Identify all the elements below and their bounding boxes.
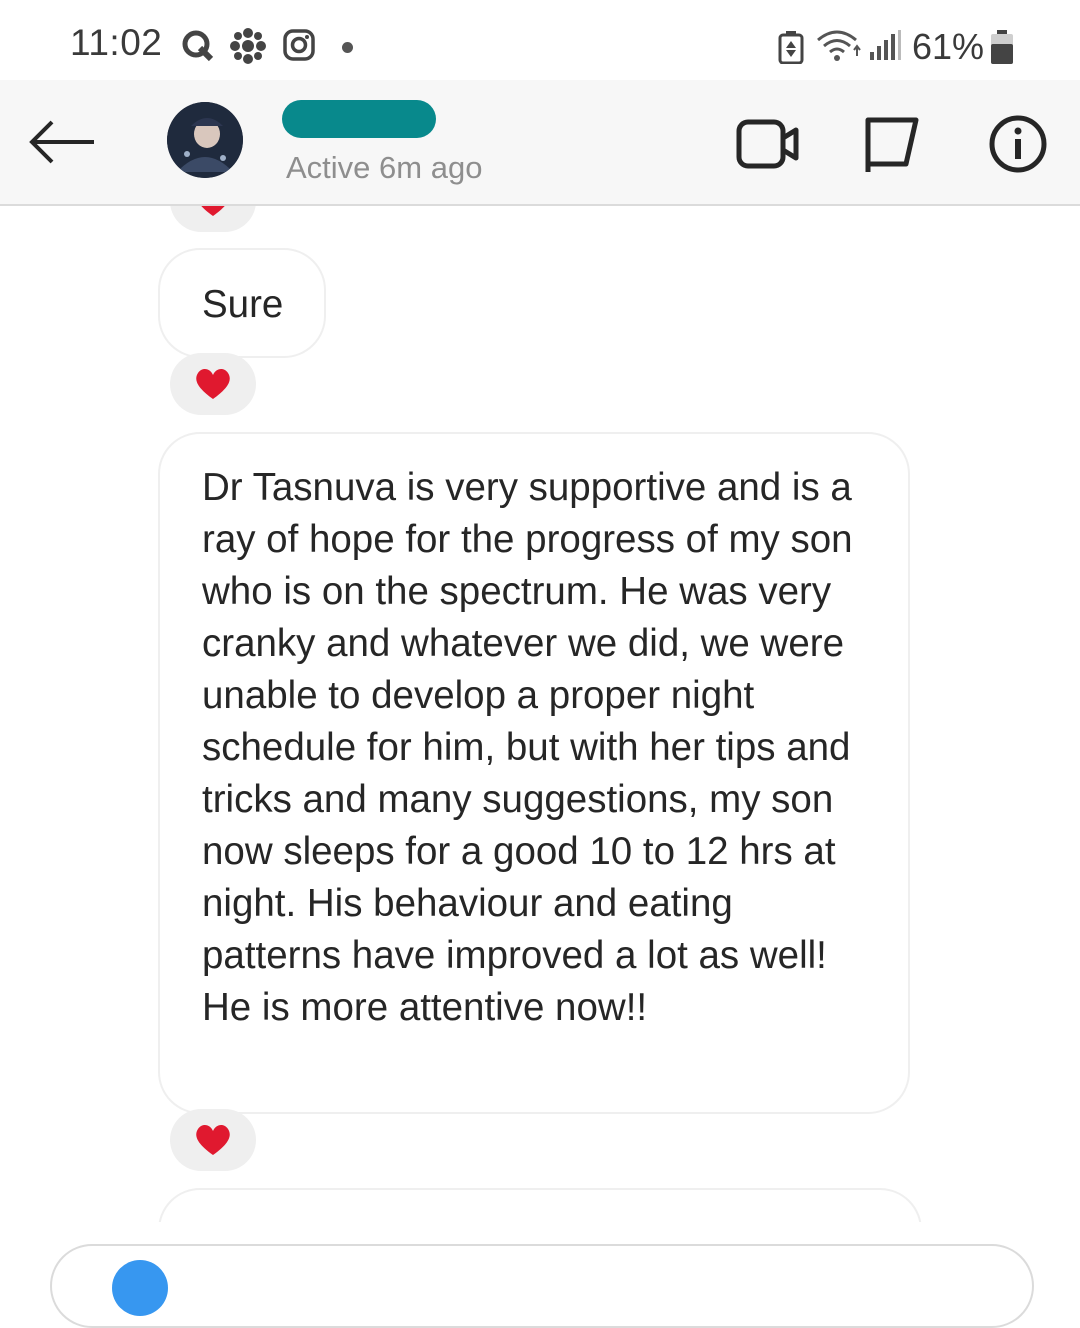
status-time: 11:02 <box>70 22 163 63</box>
heart-icon <box>201 206 225 216</box>
battery-saver-icon <box>778 31 804 64</box>
battery-icon <box>991 30 1013 64</box>
info-icon[interactable] <box>986 114 1050 174</box>
cbc-gem-icon <box>230 28 266 64</box>
username-redaction <box>282 100 436 138</box>
camera-icon[interactable] <box>112 1260 168 1316</box>
message-text: Dr Tasnuva is very supportive and is a r… <box>202 466 853 1029</box>
video-call-icon[interactable] <box>736 114 800 174</box>
flag-icon[interactable] <box>862 114 926 174</box>
heart-reaction[interactable] <box>170 206 256 232</box>
back-arrow-icon[interactable] <box>28 120 98 164</box>
notification-dot <box>342 42 353 53</box>
heart-reaction[interactable] <box>170 1109 256 1171</box>
avatar[interactable] <box>167 102 243 178</box>
message-text: Sure <box>202 283 284 326</box>
heart-icon <box>196 1125 230 1155</box>
heart-reaction[interactable] <box>170 353 256 415</box>
message-bubble[interactable]: Sure <box>158 248 326 358</box>
battery-percent: 61% <box>912 26 985 67</box>
message-composer[interactable] <box>50 1244 1034 1328</box>
message-bubble[interactable] <box>158 1188 922 1222</box>
message-thread: Sure Dr Tasnuva is very supportive and i… <box>0 206 1080 1222</box>
instagram-icon <box>283 29 315 61</box>
status-bar: 11:02 61% <box>0 0 1080 80</box>
heart-icon <box>196 369 230 399</box>
message-bubble[interactable]: Dr Tasnuva is very supportive and is a r… <box>158 432 910 1114</box>
q-icon <box>182 30 214 62</box>
signal-icon <box>870 30 901 60</box>
active-status: Active 6m ago <box>286 150 483 185</box>
chat-header: Active 6m ago <box>0 80 1080 206</box>
wifi-icon <box>817 30 861 61</box>
avatar-photo <box>167 102 243 178</box>
